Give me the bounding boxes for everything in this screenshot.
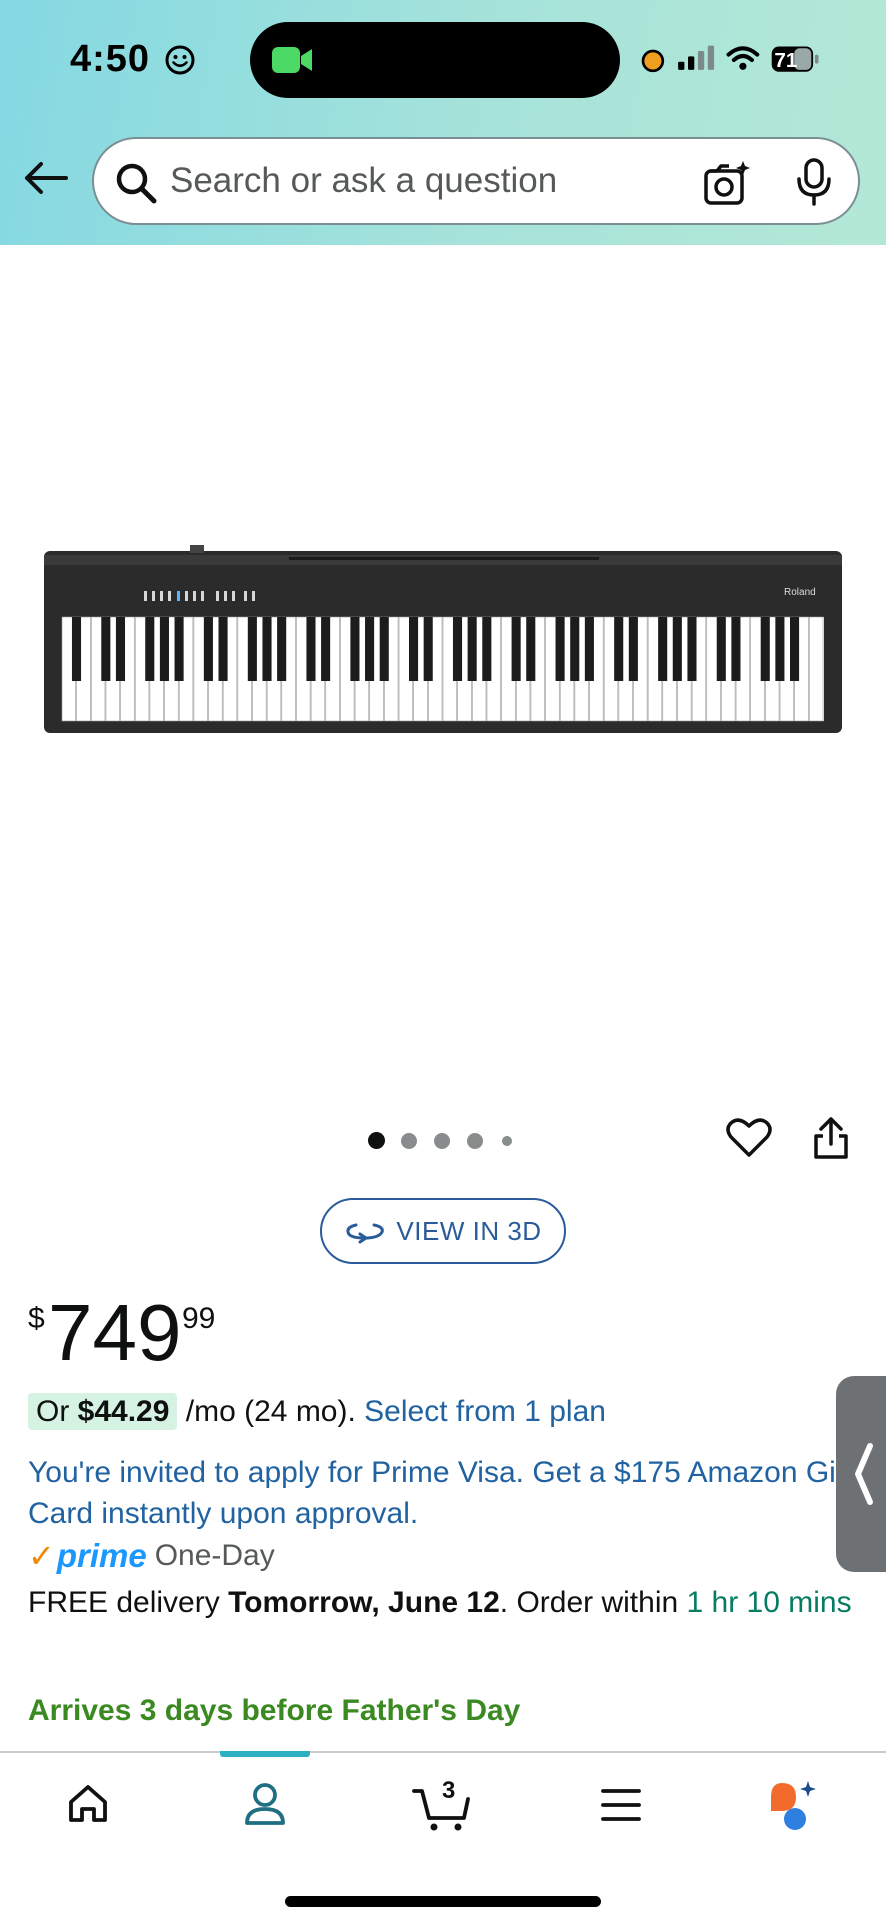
share-icon[interactable] [812,1116,850,1160]
black-key [409,617,419,681]
black-key [321,617,331,681]
home-icon[interactable] [66,1781,110,1825]
product-image[interactable]: Roland [44,545,842,733]
rufus-ai-icon[interactable] [766,1779,822,1831]
carousel-dot[interactable] [401,1133,417,1149]
black-key [584,617,594,681]
black-key [790,617,800,681]
prime-service: One-Day [154,1539,275,1572]
delivery-prefix: FREE delivery [28,1586,220,1619]
carousel-dot[interactable] [502,1136,512,1146]
black-key [555,617,565,681]
app-header: 4:50 71 Search or ask a question [0,0,886,245]
black-key [306,617,316,681]
black-key [159,617,169,681]
black-key [277,617,287,681]
view-in-3d-button[interactable]: VIEW IN 3D [320,1198,566,1264]
active-tab-indicator [220,1751,310,1757]
delivery-date: Tomorrow, June 12 [228,1586,500,1619]
installment-offer: Or $44.29 /mo (24 mo). Select from 1 pla… [28,1393,606,1430]
status-time: 4:50 [70,38,151,80]
black-key [101,617,111,681]
black-key [203,617,213,681]
black-key [731,617,741,681]
black-key [115,617,126,681]
installment-pill: Or $44.29 [28,1393,178,1430]
status-indicators: 71 [641,45,819,72]
back-arrow-icon[interactable] [22,160,68,196]
black-key [145,617,155,681]
focus-smiley-icon [165,45,195,75]
black-key [672,617,682,681]
carousel-dot[interactable] [434,1133,450,1149]
search-bar[interactable]: Search or ask a question [92,137,860,225]
prime-logo: prime [56,1537,147,1574]
black-key [350,617,360,681]
battery-level: 71 [774,49,797,72]
black-key [687,617,697,681]
black-key [614,617,624,681]
search-input[interactable]: Search or ask a question [170,161,557,201]
black-key [423,617,433,681]
black-key [218,617,228,681]
brand-logo: Roland [784,587,816,598]
installment-prefix: Or [36,1395,70,1428]
chevron-left-icon [855,1443,873,1505]
bottom-nav: 3 [0,1751,886,1920]
price-fraction: 99 [182,1302,216,1335]
black-key [760,617,770,681]
delivery-order-within: . Order within [499,1586,679,1619]
black-key [365,617,375,681]
black-key [467,617,477,681]
home-indicator [285,1896,601,1907]
black-key [570,617,580,681]
search-icon [116,163,157,204]
prime-check-icon: ✓ [28,1538,55,1574]
side-panel-handle[interactable] [836,1376,886,1572]
black-key [379,617,389,681]
arrives-note: Arrives 3 days before Father's Day [28,1694,521,1727]
white-key [809,616,824,722]
black-key [247,617,257,681]
black-key [262,617,272,681]
black-key [511,617,521,681]
black-key [174,617,184,681]
price-symbol: $ [28,1302,45,1335]
carousel-dot-active[interactable] [368,1132,385,1149]
black-key [71,617,82,681]
black-key [482,617,492,681]
facetime-icon [272,47,312,73]
select-plan-link[interactable]: Select from 1 plan [364,1395,606,1428]
installment-terms: /mo (24 mo). [185,1395,356,1428]
prime-badge: ✓ prime One-Day [28,1536,275,1576]
delivery-countdown: 1 hr 10 mins [686,1586,852,1619]
black-key [452,617,463,681]
carousel-dot[interactable] [467,1133,483,1149]
camera-search-icon[interactable] [702,159,752,207]
black-key [775,617,785,681]
black-key [628,617,638,681]
price-whole: 749 [48,1288,182,1377]
view-in-3d-label: VIEW IN 3D [396,1215,542,1246]
microphone-icon[interactable] [794,157,834,207]
wishlist-heart-icon[interactable] [726,1116,772,1158]
rotate-3d-icon [346,1223,385,1244]
prime-visa-offer-link[interactable]: You're invited to apply for Prime Visa. … [28,1452,858,1534]
black-key [658,617,668,681]
delivery-info: FREE delivery Tomorrow, June 12. Order w… [28,1582,858,1624]
account-icon[interactable] [243,1781,287,1827]
black-key [526,617,536,681]
cart-count: 3 [442,1777,456,1804]
menu-icon[interactable] [600,1787,642,1823]
black-key [716,617,726,681]
installment-amount: $44.29 [77,1395,170,1428]
